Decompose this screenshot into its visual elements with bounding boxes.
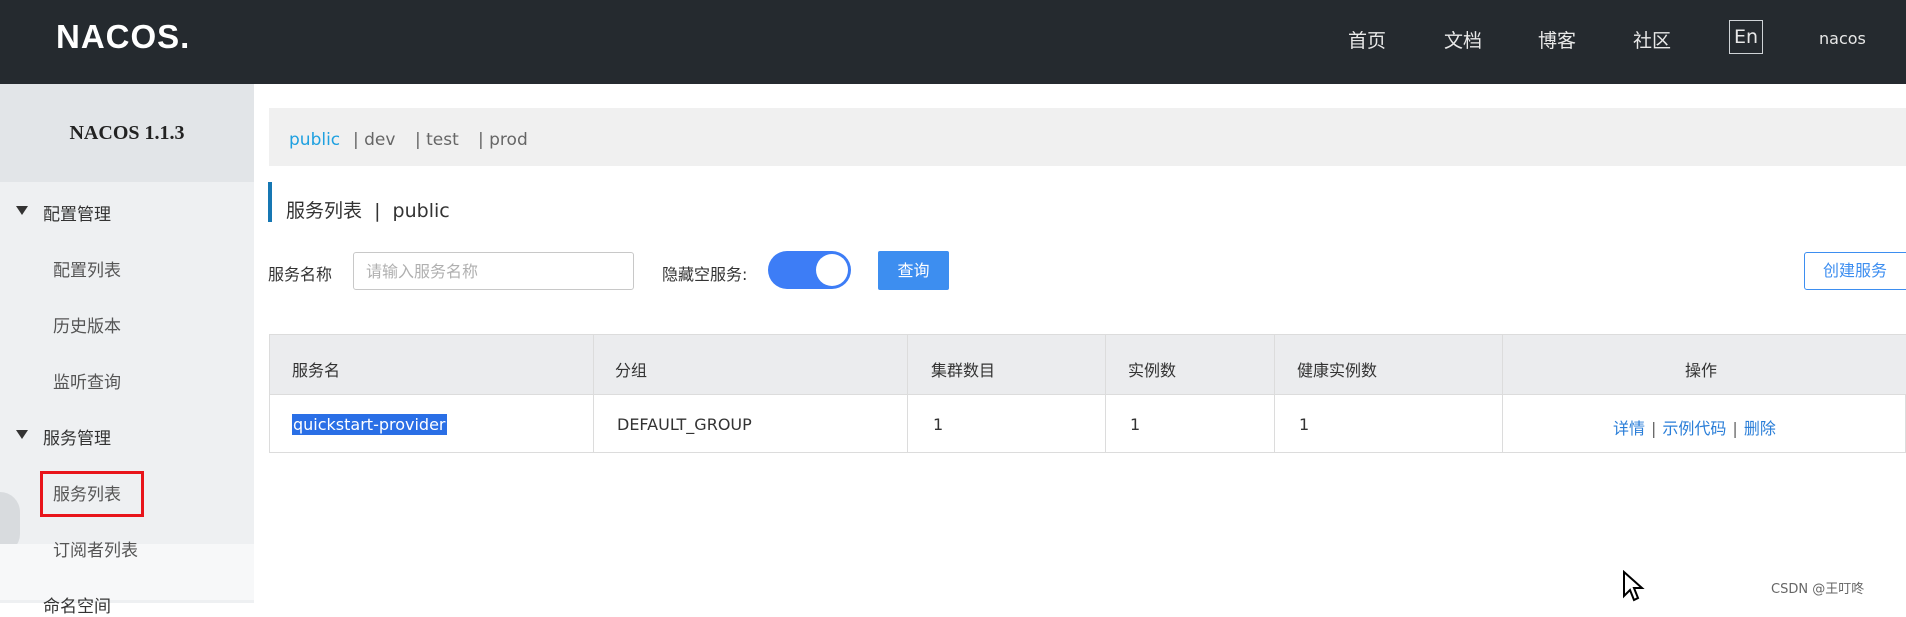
sidebar-group-service[interactable]: 服务管理 [43, 424, 111, 449]
instances-cell: 1 [1130, 415, 1141, 434]
table-header [270, 335, 1906, 395]
service-name-input[interactable] [353, 252, 634, 290]
service-name-label: 服务名称 [268, 265, 333, 284]
sidebar-group-namespace[interactable]: 命名空间 [43, 592, 111, 617]
column-header-clusters: 集群数目 [931, 361, 996, 380]
query-button[interactable]: 查询 [878, 251, 949, 290]
highlight-annotation-box [40, 471, 144, 517]
sidebar-header: NACOS 1.1.3 [0, 84, 254, 182]
namespace-test[interactable]: | test [415, 130, 459, 150]
column-divider [593, 335, 594, 453]
toggle-knob [816, 254, 848, 286]
mouse-cursor-icon [1623, 570, 1645, 602]
sample-code-link[interactable]: 示例代码 [1662, 419, 1726, 438]
column-header-service: 服务名 [292, 361, 341, 380]
delete-link[interactable]: 删除 [1744, 419, 1776, 438]
column-header-instances: 实例数 [1128, 361, 1177, 380]
namespace-dev[interactable]: | dev [353, 130, 395, 150]
hide-empty-label: 隐藏空服务: [662, 265, 748, 284]
column-divider [1105, 335, 1106, 453]
column-divider [907, 335, 908, 453]
sidebar-item-history[interactable]: 历史版本 [53, 312, 121, 337]
nav-blog[interactable]: 博客 [1538, 26, 1576, 53]
caret-down-icon [16, 206, 28, 215]
group-cell: DEFAULT_GROUP [617, 415, 752, 434]
hide-empty-toggle[interactable] [768, 251, 851, 289]
column-divider [1502, 335, 1503, 453]
top-navbar: NACOS. 首页 文档 博客 社区 En nacos [0, 0, 1906, 84]
create-service-button[interactable]: 创建服务 [1804, 252, 1906, 290]
op-separator: | [1651, 419, 1657, 438]
nav-home[interactable]: 首页 [1348, 26, 1386, 53]
column-header-ops: 操作 [1685, 361, 1718, 380]
caret-down-icon [16, 430, 28, 439]
healthy-cell: 1 [1299, 415, 1310, 434]
nav-docs[interactable]: 文档 [1444, 26, 1482, 53]
op-separator: | [1732, 419, 1738, 438]
sidebar-title: NACOS 1.1.3 [69, 122, 185, 144]
sidebar: NACOS 1.1.3 配置管理 配置列表 历史版本 监听查询 服务管理 服务列… [0, 84, 254, 617]
nacos-logo[interactable]: NACOS. [56, 18, 190, 56]
clusters-cell: 1 [933, 415, 944, 434]
sidebar-item-subscriber-list[interactable]: 订阅者列表 [53, 536, 138, 561]
column-header-healthy: 健康实例数 [1297, 361, 1378, 380]
operations-cell: 详情 | 示例代码 | 删除 [1613, 415, 1776, 439]
language-switch-button[interactable]: En [1729, 20, 1763, 54]
sidebar-group-config[interactable]: 配置管理 [43, 200, 111, 225]
service-name-cell[interactable]: quickstart-provider [292, 414, 447, 435]
sidebar-item-config-list[interactable]: 配置列表 [53, 256, 121, 281]
namespace-public[interactable]: public [289, 130, 340, 150]
nav-community[interactable]: 社区 [1633, 26, 1671, 53]
sidebar-item-listener-query[interactable]: 监听查询 [53, 368, 121, 393]
page-title: 服务列表 | public [286, 200, 450, 222]
service-table: 服务名 分组 集群数目 实例数 健康实例数 操作 quickstart-prov… [269, 334, 1906, 453]
column-divider [1274, 335, 1275, 453]
watermark: CSDN @王叮咚 [1771, 582, 1865, 597]
column-header-group: 分组 [615, 361, 648, 380]
user-name[interactable]: nacos [1819, 29, 1866, 48]
namespace-prod[interactable]: | prod [478, 130, 528, 150]
title-accent-bar [268, 182, 272, 222]
detail-link[interactable]: 详情 [1613, 419, 1645, 438]
